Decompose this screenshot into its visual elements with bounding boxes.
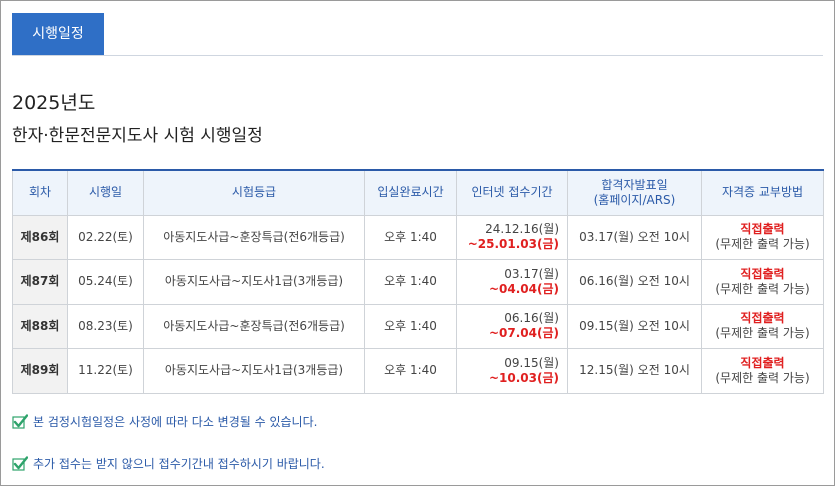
cell-round: 제87회 bbox=[12, 259, 68, 305]
period-start: 03.17(월) bbox=[504, 266, 559, 281]
cell-round: 제86회 bbox=[12, 214, 68, 260]
cell-grade: 아동지도사급~훈장특급(전6개등급) bbox=[143, 214, 365, 260]
cell-period: 24.12.16(월) ~25.01.03(금) bbox=[456, 214, 568, 260]
cell-date: 02.22(토) bbox=[67, 214, 144, 260]
tab-divider bbox=[12, 55, 823, 56]
period-end: ~04.04(금) bbox=[488, 281, 559, 296]
cell-period: 09.15(월) ~10.03(금) bbox=[456, 348, 568, 394]
cell-period: 03.17(월) ~04.04(금) bbox=[456, 259, 568, 305]
cell-result: 06.16(월) 오전 10시 bbox=[567, 259, 702, 305]
period-end: ~10.03(금) bbox=[488, 370, 559, 385]
table-row: 제86회 02.22(토) 아동지도사급~훈장특급(전6개등급) 오후 1:40… bbox=[12, 214, 824, 260]
checkmark-icon bbox=[12, 455, 28, 471]
cell-grade: 아동지도사급~지도사1급(3개등급) bbox=[143, 348, 365, 394]
cell-grade: 아동지도사급~지도사1급(3개등급) bbox=[143, 259, 365, 305]
method-label: 직접출력 bbox=[740, 355, 785, 370]
page-title: 한자·한문전문지도사 시험 시행일정 bbox=[12, 126, 263, 146]
col-header-period: 인터넷 접수기간 bbox=[456, 169, 568, 216]
col-header-date: 시행일 bbox=[67, 169, 144, 216]
method-note: (무제한 출력 가능) bbox=[715, 370, 810, 385]
notice-text: 본 검정시험일정은 사정에 따라 다소 변경될 수 있습니다. bbox=[33, 415, 318, 429]
table-row: 제88회 08.23(토) 아동지도사급~훈장특급(전6개등급) 오후 1:40… bbox=[12, 303, 824, 349]
period-start: 24.12.16(월) bbox=[485, 222, 559, 237]
period-start: 06.16(월) bbox=[504, 311, 559, 326]
cell-result: 03.17(월) 오전 10시 bbox=[567, 214, 702, 260]
cell-round: 제89회 bbox=[12, 348, 68, 394]
tab-schedule[interactable]: 시행일정 bbox=[12, 13, 104, 55]
table-header-row: 회차 시행일 시험등급 입실완료시간 인터넷 접수기간 합격자발표일 (홈페이지… bbox=[12, 169, 824, 216]
cell-method: 직접출력 (무제한 출력 가능) bbox=[701, 348, 824, 394]
cell-entry-time: 오후 1:40 bbox=[364, 348, 457, 394]
cell-date: 05.24(토) bbox=[67, 259, 144, 305]
col-header-entry-time: 입실완료시간 bbox=[364, 169, 457, 216]
year-heading: 2025년도 bbox=[12, 92, 96, 114]
method-label: 직접출력 bbox=[740, 222, 785, 237]
col-header-grade: 시험등급 bbox=[143, 169, 365, 216]
table-row: 제89회 11.22(토) 아동지도사급~지도사1급(3개등급) 오후 1:40… bbox=[12, 348, 824, 394]
table-row: 제87회 05.24(토) 아동지도사급~지도사1급(3개등급) 오후 1:40… bbox=[12, 259, 824, 305]
notice-item: 추가 접수는 받지 않으니 접수기간내 접수하시기 바랍니다. bbox=[12, 455, 325, 472]
cell-result: 12.15(월) 오전 10시 bbox=[567, 348, 702, 394]
checkmark-icon bbox=[12, 413, 28, 429]
cell-entry-time: 오후 1:40 bbox=[364, 214, 457, 260]
cell-result: 09.15(월) 오전 10시 bbox=[567, 303, 702, 349]
method-note: (무제한 출력 가능) bbox=[715, 326, 810, 341]
cell-method: 직접출력 (무제한 출력 가능) bbox=[701, 214, 824, 260]
cell-date: 11.22(토) bbox=[67, 348, 144, 394]
method-note: (무제한 출력 가능) bbox=[715, 237, 810, 252]
cell-method: 직접출력 (무제한 출력 가능) bbox=[701, 303, 824, 349]
method-note: (무제한 출력 가능) bbox=[715, 281, 810, 296]
period-start: 09.15(월) bbox=[504, 355, 559, 370]
cell-entry-time: 오후 1:40 bbox=[364, 259, 457, 305]
method-label: 직접출력 bbox=[740, 311, 785, 326]
cell-entry-time: 오후 1:40 bbox=[364, 303, 457, 349]
cell-round: 제88회 bbox=[12, 303, 68, 349]
schedule-table: 회차 시행일 시험등급 입실완료시간 인터넷 접수기간 합격자발표일 (홈페이지… bbox=[12, 169, 824, 394]
notice-item: 본 검정시험일정은 사정에 따라 다소 변경될 수 있습니다. bbox=[12, 413, 317, 430]
col-header-round: 회차 bbox=[12, 169, 68, 216]
cell-date: 08.23(토) bbox=[67, 303, 144, 349]
cell-grade: 아동지도사급~훈장특급(전6개등급) bbox=[143, 303, 365, 349]
cell-method: 직접출력 (무제한 출력 가능) bbox=[701, 259, 824, 305]
period-end: ~07.04(금) bbox=[488, 326, 559, 341]
col-header-result: 합격자발표일 (홈페이지/ARS) bbox=[567, 169, 702, 216]
period-end: ~25.01.03(금) bbox=[467, 237, 559, 252]
method-label: 직접출력 bbox=[740, 266, 785, 281]
col-header-method: 자격증 교부방법 bbox=[701, 169, 824, 216]
cell-period: 06.16(월) ~07.04(금) bbox=[456, 303, 568, 349]
notice-text: 추가 접수는 받지 않으니 접수기간내 접수하시기 바랍니다. bbox=[33, 457, 325, 471]
